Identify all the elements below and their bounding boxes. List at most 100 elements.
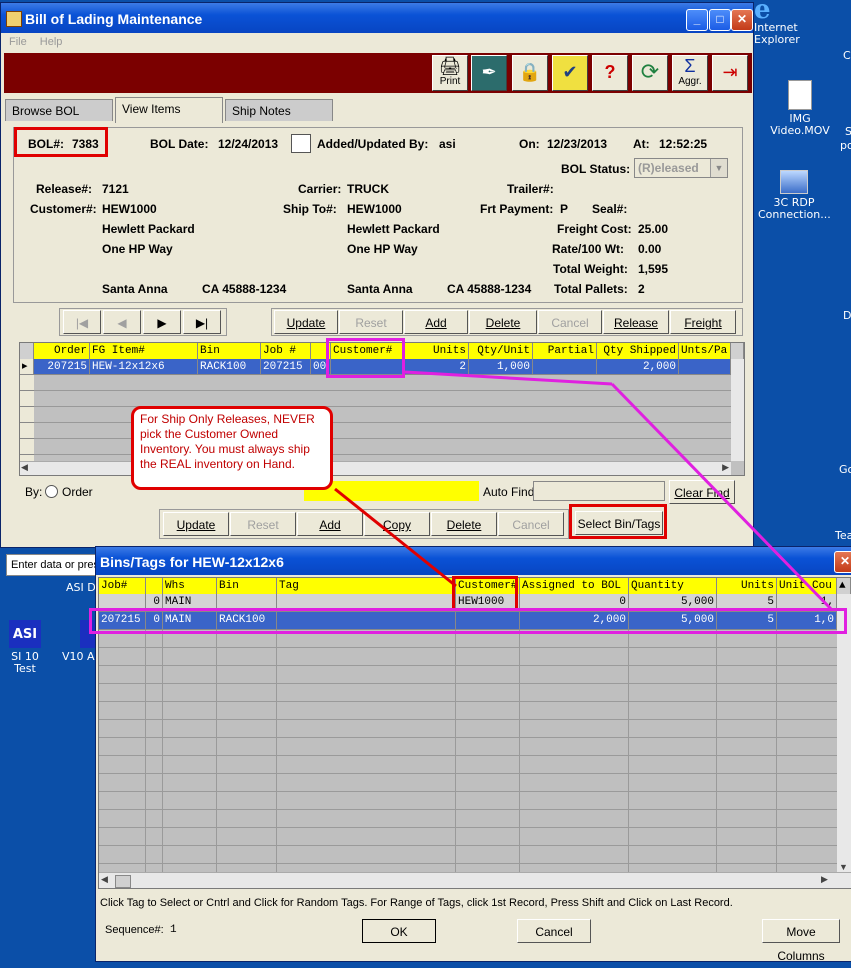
maximize-button[interactable]: □ (709, 9, 731, 31)
total-weight-value: 1,595 (638, 262, 669, 276)
bins-scroll-up[interactable]: ▲ (837, 578, 851, 594)
bin-update-button[interactable]: Update (163, 512, 229, 536)
bins-close-button[interactable]: ✕ (834, 551, 851, 573)
bins-horizontal-scrollbar[interactable]: ◀ ▶ (99, 872, 851, 888)
bins-col-job2[interactable] (146, 578, 163, 594)
prev-record-button[interactable]: ◀ (103, 310, 141, 334)
clear-find-button[interactable]: Clear Find (669, 480, 735, 504)
bin-delete-button[interactable]: Delete (431, 512, 497, 536)
checklist-icon: ✔ (562, 62, 578, 82)
lock-button[interactable]: 🔒 (512, 55, 548, 91)
col-header-qty-unit[interactable]: Qty/Unit (469, 343, 533, 359)
move-columns-button[interactable]: Move Columns (762, 919, 840, 963)
bins-vertical-scrollbar[interactable]: ▼ (837, 594, 851, 872)
record-nav: |◀ ◀ ▶ ▶| (59, 308, 227, 336)
aggregate-button[interactable]: Σ Aggr. (672, 55, 708, 91)
freight-cost-value: 25.00 (638, 222, 669, 236)
item-action-bar: Update Reset Add Delete Cancel Release F… (271, 308, 743, 336)
tab-browse-bol[interactable]: Browse BOL (5, 99, 113, 121)
checklist-button[interactable]: ✔ (552, 55, 588, 91)
col-header-bin[interactable]: Bin (198, 343, 261, 359)
refresh-button[interactable]: ⟳ (632, 55, 668, 91)
desktop-icon-video[interactable]: IMG Video.MOV (770, 80, 830, 137)
update-button[interactable]: Update (274, 310, 338, 334)
shipto-address: One HP Way (347, 242, 418, 256)
bin-add-button[interactable]: Add (297, 512, 363, 536)
frt-payment-label: Frt Payment: (480, 202, 554, 216)
help-button[interactable]: ? (592, 55, 628, 91)
cell-qty-shipped: 2,000 (597, 359, 679, 375)
bol-status-value: (R)eleased (638, 161, 699, 175)
scroll-left-icon[interactable]: ◀ (101, 874, 108, 885)
bins-col-bin[interactable]: Bin (217, 578, 277, 594)
highlight-select-bin-tags (569, 504, 667, 539)
close-button[interactable]: ✕ (731, 9, 753, 31)
status-bar: Enter data or pres (6, 554, 108, 576)
window-app-icon (6, 11, 22, 27)
bins-cancel-button[interactable]: Cancel (517, 919, 591, 943)
last-record-button[interactable]: ▶| (183, 310, 221, 334)
col-header-units[interactable]: Units (405, 343, 469, 359)
col-header-order[interactable]: Order (34, 343, 90, 359)
horizontal-scrollbar[interactable]: ◀ ▶ (20, 461, 731, 475)
scroll-left-icon[interactable]: ◀ (21, 462, 28, 473)
trailer-label: Trailer#: (507, 182, 554, 196)
menu-help[interactable]: Help (40, 36, 63, 48)
bins-col-tag[interactable]: Tag (277, 578, 456, 594)
scroll-right-icon[interactable]: ▶ (722, 462, 729, 473)
edit-button[interactable]: ✒ (471, 55, 507, 91)
tab-view-items[interactable]: View Items (115, 97, 223, 123)
col-header-units-pallet[interactable]: Unts/Pa (679, 343, 731, 359)
scroll-down-icon[interactable]: ▼ (839, 862, 848, 872)
highlight-selected-bin-row (89, 608, 847, 634)
bol-title-bar[interactable]: Bill of Lading Maintenance _ □ ✕ (1, 3, 753, 33)
col-header-fg-item[interactable]: FG Item# (90, 343, 198, 359)
desktop-icon-internet-explorer[interactable]: e Internet Explorer (754, 0, 804, 46)
add-button[interactable]: Add (404, 310, 468, 334)
print-label: Print (439, 76, 461, 87)
calendar-icon[interactable] (291, 134, 311, 153)
bins-col-quantity[interactable]: Quantity (629, 578, 717, 594)
col-header-qty-shipped[interactable]: Qty Shipped (597, 343, 679, 359)
desktop-icon-label: IMG Video.MOV (770, 112, 830, 137)
bins-col-units[interactable]: Units (717, 578, 777, 594)
bins-col-assigned[interactable]: Assigned to BOL (520, 578, 629, 594)
asi-d-label: ASI D (66, 581, 96, 594)
col-header-partial[interactable]: Partial (533, 343, 597, 359)
release-button[interactable]: Release (603, 310, 669, 334)
bins-col-unit-count[interactable]: Unit Cou (777, 578, 837, 594)
bol-status-select[interactable]: (R)eleased ▼ (634, 158, 728, 178)
freight-button[interactable]: Freight (670, 310, 736, 334)
annotation-callout: For Ship Only Releases, NEVER pick the C… (131, 406, 333, 490)
tab-ship-notes[interactable]: Ship Notes (225, 99, 333, 121)
menu-file[interactable]: File (9, 36, 27, 48)
total-pallets-label: Total Pallets: (554, 282, 628, 296)
next-record-button[interactable]: ▶ (143, 310, 181, 334)
scroll-thumb[interactable] (115, 875, 131, 888)
vertical-scrollbar[interactable] (731, 359, 744, 461)
bin-copy-button[interactable]: Copy (364, 512, 430, 536)
desktop-icon-rdp[interactable]: 3C RDP Connection... (758, 170, 831, 221)
sort-order-radio[interactable] (45, 485, 58, 498)
desktop-icon-asi-test[interactable]: ASI SI 10 Test (0, 620, 50, 675)
bin-reset-button[interactable]: Reset (230, 512, 296, 536)
carrier-label: Carrier: (298, 182, 342, 196)
first-record-button[interactable]: |◀ (63, 310, 101, 334)
reset-button[interactable]: Reset (339, 310, 403, 334)
bin-cancel-button[interactable]: Cancel (498, 512, 564, 536)
col-header-job[interactable]: Job # (261, 343, 311, 359)
exit-button[interactable]: ⇥ (712, 55, 748, 91)
print-button[interactable]: 🖨 Print (432, 55, 468, 91)
ok-button[interactable]: OK (362, 919, 436, 943)
cancel-button[interactable]: Cancel (538, 310, 602, 334)
delete-button[interactable]: Delete (469, 310, 537, 334)
customer-city: Santa Anna (102, 282, 168, 296)
bins-col-whs[interactable]: Whs (163, 578, 217, 594)
scroll-right-icon[interactable]: ▶ (821, 874, 828, 885)
bins-col-job[interactable]: Job# (99, 578, 146, 594)
bins-title-bar[interactable]: Bins/Tags for HEW-12x12x6 ✕ (96, 547, 851, 575)
rate-value: 0.00 (638, 242, 662, 256)
auto-find-input[interactable] (533, 481, 665, 501)
row-indicator-header (20, 343, 34, 359)
minimize-button[interactable]: _ (686, 9, 708, 31)
